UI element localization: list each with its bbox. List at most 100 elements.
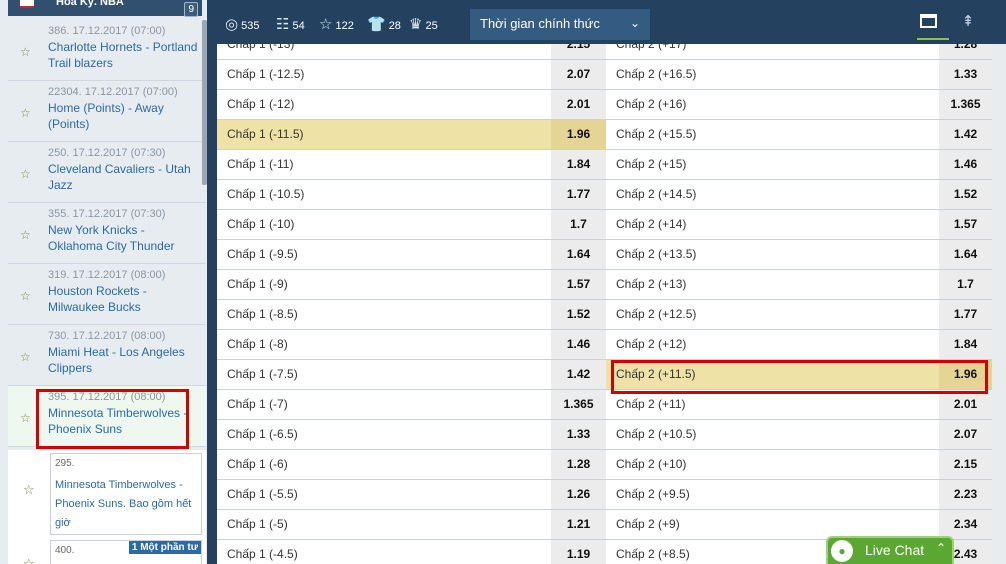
live-chat-button[interactable]: ● Live Chat ⌃ bbox=[826, 536, 954, 564]
team1-odds-button[interactable]: 1.21 bbox=[551, 510, 606, 539]
team1-odds-button[interactable]: 1.77 bbox=[551, 180, 606, 209]
team1-odds-button[interactable]: 1.19 bbox=[551, 540, 606, 564]
favorite-star-icon[interactable]: ☆ bbox=[23, 482, 35, 498]
team2-odds-button[interactable]: 1.28 bbox=[939, 44, 992, 59]
team2-handicap-label: Chấp 2 (+10) bbox=[616, 457, 687, 471]
team1-odds-button[interactable]: 1.28 bbox=[551, 450, 606, 479]
favorite-star-icon[interactable]: ☆ bbox=[20, 350, 31, 364]
team1-handicap-label: Chấp 1 (-13) bbox=[227, 44, 295, 51]
team2-odds-button[interactable]: 2.01 bbox=[939, 390, 992, 419]
team1-handicap-label: Chấp 1 (-10) bbox=[227, 217, 295, 231]
event-item[interactable]: ☆ 22304. 17.12.2017 (07:00) Home (Points… bbox=[8, 81, 206, 142]
favorite-star-icon[interactable]: ☆ bbox=[20, 167, 31, 181]
handicap-row: Chấp 1 (-7) 1.365 Chấp 2 (+11) 2.01 bbox=[217, 390, 992, 420]
event-name[interactable]: Houston Rockets - Milwaukee Bucks bbox=[48, 283, 198, 315]
event-meta: 730. 17.12.2017 (08:00) bbox=[48, 330, 166, 342]
handicap-row: Chấp 1 (-6) 1.28 Chấp 2 (+10) 2.15 bbox=[217, 450, 992, 480]
team1-odds-button[interactable]: 1.52 bbox=[551, 300, 606, 329]
sidebar-scrollbar[interactable] bbox=[202, 20, 207, 185]
sub-event-card[interactable]: 295. Minnesota Timberwolves - Phoenix Su… bbox=[50, 453, 202, 535]
team1-odds-button[interactable]: 1.42 bbox=[551, 360, 606, 389]
chevron-up-icon: ⌃ bbox=[935, 541, 946, 555]
annotation-box bbox=[36, 389, 189, 449]
team2-odds-button[interactable]: 1.57 bbox=[939, 210, 992, 239]
active-view-indicator bbox=[917, 38, 949, 40]
team2-handicap-label: Chấp 2 (+9) bbox=[616, 517, 680, 531]
time-filter-dropdown[interactable]: Thời gian chính thức ⌄ bbox=[470, 9, 650, 40]
team1-odds-button[interactable]: 1.57 bbox=[551, 270, 606, 299]
filter-list[interactable]: ☷ 54 bbox=[276, 0, 305, 44]
event-item[interactable]: ☆ 355. 17.12.2017 (07:30) New York Knick… bbox=[8, 203, 206, 264]
favorite-star-icon[interactable]: ☆ bbox=[20, 289, 31, 303]
team2-odds-button[interactable]: 1.52 bbox=[939, 180, 992, 209]
team2-odds-button[interactable]: 2.07 bbox=[939, 420, 992, 449]
event-name[interactable]: Charlotte Hornets - Portland Trail blaze… bbox=[48, 39, 198, 71]
handicap-row: Chấp 1 (-11.5) 1.96 Chấp 2 (+15.5) 1.42 bbox=[217, 120, 992, 150]
sub-event-item[interactable]: ☆ 400. 1 Một phần tư bbox=[8, 538, 206, 564]
event-name[interactable]: Home (Points) - Away (Points) bbox=[48, 100, 198, 132]
team1-odds-button[interactable]: 1.64 bbox=[551, 240, 606, 269]
event-item[interactable]: ☆ 319. 17.12.2017 (08:00) Houston Rocket… bbox=[8, 264, 206, 325]
team2-odds-button[interactable]: 2.15 bbox=[939, 450, 992, 479]
event-item[interactable]: ☆ 386. 17.12.2017 (07:00) Charlotte Horn… bbox=[8, 20, 206, 81]
team2-odds-button[interactable]: 1.365 bbox=[939, 90, 992, 119]
league-header[interactable]: Hoa Kỳ. NBA 9 bbox=[8, 0, 202, 17]
split-view-icon[interactable]: ⇞ bbox=[957, 13, 979, 31]
team1-odds-button[interactable]: 2.15 bbox=[551, 44, 606, 59]
event-name[interactable]: Miami Heat - Los Angeles Clippers bbox=[48, 344, 198, 376]
team1-odds-button[interactable]: 1.7 bbox=[551, 210, 606, 239]
team1-odds-button[interactable]: 1.46 bbox=[551, 330, 606, 359]
handicap-row: Chấp 1 (-8.5) 1.52 Chấp 2 (+12.5) 1.77 bbox=[217, 300, 992, 330]
single-view-icon[interactable] bbox=[920, 14, 937, 28]
handicap-row: Chấp 1 (-12.5) 2.07 Chấp 2 (+16.5) 1.33 bbox=[217, 60, 992, 90]
team2-odds-button[interactable]: 1.7 bbox=[939, 270, 992, 299]
event-item[interactable]: ☆ 250. 17.12.2017 (07:30) Cleveland Cava… bbox=[8, 142, 206, 203]
event-name[interactable]: Cleveland Cavaliers - Utah Jazz bbox=[48, 161, 198, 193]
filter-trophy[interactable]: ♛ 25 bbox=[409, 0, 438, 44]
team1-odds-button[interactable]: 1.84 bbox=[551, 150, 606, 179]
sub-event-meta: 400. bbox=[55, 545, 75, 556]
event-item[interactable]: ☆ 730. 17.12.2017 (08:00) Miami Heat - L… bbox=[8, 325, 206, 386]
team1-odds-button[interactable]: 2.01 bbox=[551, 90, 606, 119]
team2-odds-button[interactable]: 1.46 bbox=[939, 150, 992, 179]
favorite-star-icon[interactable]: ☆ bbox=[23, 556, 35, 564]
team2-odds-button[interactable]: 1.33 bbox=[939, 60, 992, 89]
team1-odds-button[interactable]: 1.33 bbox=[551, 420, 606, 449]
handicap-row: Chấp 1 (-9) 1.57 Chấp 2 (+13) 1.7 bbox=[217, 270, 992, 300]
filter-all[interactable]: ◎ 535 bbox=[225, 0, 259, 44]
team1-odds-button[interactable]: 1.365 bbox=[551, 390, 606, 419]
team2-odds-button[interactable]: 2.34 bbox=[939, 510, 992, 539]
content-scrollbar[interactable] bbox=[992, 44, 1006, 564]
handicap-row: Chấp 1 (-10.5) 1.77 Chấp 2 (+14.5) 1.52 bbox=[217, 180, 992, 210]
filter-star[interactable]: ☆ 122 bbox=[319, 0, 354, 44]
filter-shirt[interactable]: 👕 28 bbox=[367, 0, 401, 44]
count-trophy: 25 bbox=[425, 20, 438, 32]
team2-odds-button[interactable]: 1.42 bbox=[939, 120, 992, 149]
team2-odds-button[interactable]: 1.84 bbox=[939, 330, 992, 359]
team2-odds-button[interactable]: 2.23 bbox=[939, 480, 992, 509]
team2-odds-button[interactable]: 1.64 bbox=[939, 240, 992, 269]
favorite-star-icon[interactable]: ☆ bbox=[20, 106, 31, 120]
favorite-star-icon[interactable]: ☆ bbox=[20, 228, 31, 242]
team2-odds-button[interactable]: 1.77 bbox=[939, 300, 992, 329]
sub-event-name[interactable]: Minnesota Timberwolves - Phoenix Suns. B… bbox=[55, 476, 197, 533]
team1-odds-button[interactable]: 2.07 bbox=[551, 60, 606, 89]
sub-event-card[interactable]: 400. 1 Một phần tư bbox=[50, 540, 202, 564]
team1-odds-button[interactable]: 1.26 bbox=[551, 480, 606, 509]
handicap-row: Chấp 1 (-6.5) 1.33 Chấp 2 (+10.5) 2.07 bbox=[217, 420, 992, 450]
team1-handicap-label: Chấp 1 (-8) bbox=[227, 337, 288, 351]
team1-handicap-label: Chấp 1 (-8.5) bbox=[227, 307, 298, 321]
favorite-star-icon[interactable]: ☆ bbox=[20, 411, 31, 425]
event-name[interactable]: New York Knicks - Oklahoma City Thunder bbox=[48, 222, 198, 254]
events-sidebar: Hoa Kỳ. NBA 9 ☆ 386. 17.12.2017 (07:00) … bbox=[0, 0, 207, 564]
live-chat-label: Live Chat bbox=[865, 542, 925, 558]
sub-event-item[interactable]: ☆ 295. Minnesota Timberwolves - Phoenix … bbox=[8, 450, 206, 538]
shirt-icon: 👕 bbox=[367, 16, 386, 33]
count-shirt: 28 bbox=[388, 20, 401, 32]
annotation-box bbox=[611, 360, 988, 394]
handicap-row: Chấp 1 (-5.5) 1.26 Chấp 2 (+9.5) 2.23 bbox=[217, 480, 992, 510]
favorite-star-icon[interactable]: ☆ bbox=[20, 45, 31, 59]
team1-odds-button[interactable]: 1.96 bbox=[551, 120, 606, 149]
event-meta: 250. 17.12.2017 (07:30) bbox=[48, 147, 166, 159]
chat-bubble-icon: ● bbox=[831, 540, 853, 562]
